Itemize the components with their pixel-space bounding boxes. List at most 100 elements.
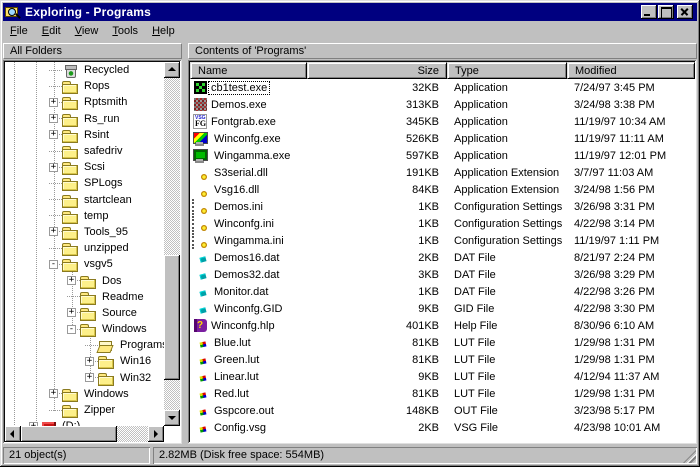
resize-grip[interactable]	[683, 450, 696, 463]
file-row[interactable]: Wingamma.ini 1KB Configuration Settings …	[190, 232, 695, 249]
right-arrow-icon	[154, 430, 158, 438]
minimize-button[interactable]	[641, 5, 657, 19]
menu-item[interactable]: Edit	[35, 23, 68, 40]
tree-item[interactable]: + Rptsmith	[5, 94, 164, 110]
tree-item[interactable]: + (D:)	[5, 418, 164, 426]
file-row[interactable]: Demos16.dat 2KB DAT File 8/21/97 2:24 PM	[190, 249, 695, 266]
tree-expand-toggle[interactable]: +	[49, 389, 58, 398]
column-header[interactable]: Name	[190, 62, 307, 79]
file-row[interactable]: Blue.lut 81KB LUT File 1/29/98 1:31 PM	[190, 334, 695, 351]
tree-item[interactable]: + Tools_95	[5, 224, 164, 240]
column-header[interactable]: Size	[307, 62, 447, 79]
file-row[interactable]: Demos.exe 313KB Application 3/24/98 3:38…	[190, 96, 695, 113]
column-header[interactable]: Type	[447, 62, 567, 79]
tree-item[interactable]: Rops	[5, 78, 164, 94]
file-row[interactable]: S3serial.dll 191KB Application Extension…	[190, 164, 695, 181]
tree-expand-toggle[interactable]: +	[49, 227, 58, 236]
tree-item-label: Programs	[118, 338, 164, 352]
tree-connector	[85, 341, 98, 350]
tree-item-label: unzipped	[82, 241, 131, 255]
file-row[interactable]: Red.lut 81KB LUT File 1/29/98 1:31 PM	[190, 385, 695, 402]
tree-expand-toggle[interactable]: +	[49, 98, 58, 107]
tree-item-label: (D:)	[60, 419, 82, 426]
file-row[interactable]: Vsg16.dll 84KB Application Extension 3/2…	[190, 181, 695, 198]
scroll-down-button[interactable]	[164, 410, 180, 426]
tree-item[interactable]: Readme	[5, 289, 164, 305]
tree-item[interactable]: - vsgv5	[5, 256, 164, 272]
vertical-scroll-thumb[interactable]	[164, 255, 180, 380]
tree-item[interactable]: + Win32	[5, 370, 164, 386]
menu-item[interactable]: Tools	[105, 23, 145, 40]
tree-expand-toggle[interactable]: +	[49, 114, 58, 123]
file-row[interactable]: Winconfg.ini 1KB Configuration Settings …	[190, 215, 695, 232]
close-button[interactable]	[677, 5, 693, 19]
file-row[interactable]: Demos.ini 1KB Configuration Settings 3/2…	[190, 198, 695, 215]
file-row[interactable]: Winconfg.hlp 401KB Help File 8/30/96 6:1…	[190, 317, 695, 334]
tree-item[interactable]: temp	[5, 208, 164, 224]
menu-item[interactable]: Help	[145, 23, 182, 40]
horizontal-scroll-thumb[interactable]	[21, 426, 117, 442]
file-row[interactable]: Wingamma.exe 597KB Application 11/19/97 …	[190, 147, 695, 164]
file-type: LUT File	[447, 388, 567, 400]
title-bar[interactable]: Exploring - Programs	[3, 3, 697, 21]
file-row[interactable]: Config.vsg 2KB VSG File 4/23/98 10:01 AM	[190, 419, 695, 436]
tree-expand-toggle[interactable]: -	[67, 325, 76, 334]
file-row[interactable]: cb1test.exe 32KB Application 7/24/97 3:4…	[190, 79, 695, 96]
file-row[interactable]: Winconfg.GID 9KB GID File 4/22/98 3:30 P…	[190, 300, 695, 317]
tree-item[interactable]: Recycled	[5, 62, 164, 78]
tree-vertical-scrollbar[interactable]	[164, 62, 180, 426]
file-type: DAT File	[447, 269, 567, 281]
tree-expand-toggle[interactable]: -	[49, 260, 58, 269]
tree-horizontal-scrollbar[interactable]	[5, 426, 164, 442]
tree-item-label: temp	[82, 209, 110, 223]
file-row[interactable]: Linear.lut 9KB LUT File 4/12/94 11:37 AM	[190, 368, 695, 385]
file-size: 1KB	[307, 286, 447, 298]
tree-item[interactable]: SPLogs	[5, 175, 164, 191]
tree-expand-toggle[interactable]: +	[85, 373, 94, 382]
tree-item[interactable]: + Scsi	[5, 159, 164, 175]
tree-item[interactable]: + Windows	[5, 386, 164, 402]
scroll-right-button[interactable]	[148, 426, 164, 442]
tree-item[interactable]: + Dos	[5, 272, 164, 288]
file-row[interactable]: Demos32.dat 3KB DAT File 3/26/98 3:29 PM	[190, 266, 695, 283]
tree-expand-toggle[interactable]: +	[85, 357, 94, 366]
tree-expand-toggle[interactable]: +	[49, 163, 58, 172]
tree-item-icon	[62, 143, 78, 159]
scroll-left-button[interactable]	[5, 426, 21, 442]
file-row[interactable]: Green.lut 81KB LUT File 1/29/98 1:31 PM	[190, 351, 695, 368]
menu-item[interactable]: File	[3, 23, 35, 40]
tree-item[interactable]: + Rsint	[5, 127, 164, 143]
tree-item[interactable]: + Source	[5, 305, 164, 321]
tree-item[interactable]: Zipper	[5, 402, 164, 418]
tree-item-icon	[62, 208, 78, 224]
file-row[interactable]: Fontgrab.exe 345KB Application 11/19/97 …	[190, 113, 695, 130]
file-modified: 4/22/98 3:30 PM	[567, 303, 695, 315]
tree-item[interactable]: startclean	[5, 192, 164, 208]
tree-item[interactable]: safedriv	[5, 143, 164, 159]
tree-item[interactable]: unzipped	[5, 240, 164, 256]
file-size: 9KB	[307, 371, 447, 383]
tree-item-label: Readme	[100, 290, 146, 304]
file-size: 345KB	[307, 116, 447, 128]
file-row[interactable]: Gspcore.out 148KB OUT File 3/23/98 5:17 …	[190, 402, 695, 419]
file-size: 81KB	[307, 354, 447, 366]
tree-item[interactable]: + Rs_run	[5, 111, 164, 127]
file-type: Application	[447, 150, 567, 162]
tree-expand-toggle[interactable]: +	[49, 130, 58, 139]
file-type-icon	[192, 131, 208, 147]
tree-item[interactable]: - Windows	[5, 321, 164, 337]
maximize-button[interactable]	[658, 5, 674, 19]
scroll-up-button[interactable]	[164, 62, 180, 78]
column-header[interactable]: Modified	[567, 62, 695, 79]
file-modified: 7/24/97 3:45 PM	[567, 82, 695, 94]
file-row[interactable]: Monitor.dat 1KB DAT File 4/22/98 3:26 PM	[190, 283, 695, 300]
file-row[interactable]: Winconfg.exe 526KB Application 11/19/97 …	[190, 130, 695, 147]
tree-expand-toggle[interactable]: +	[67, 276, 76, 285]
tree-item[interactable]: Programs	[5, 337, 164, 353]
tree-item-icon	[62, 78, 78, 94]
file-type: Configuration Settings	[447, 218, 567, 230]
file-type-icon	[192, 403, 208, 419]
tree-expand-toggle[interactable]: +	[67, 308, 76, 317]
tree-item[interactable]: + Win16	[5, 353, 164, 369]
menu-item[interactable]: View	[68, 23, 106, 40]
